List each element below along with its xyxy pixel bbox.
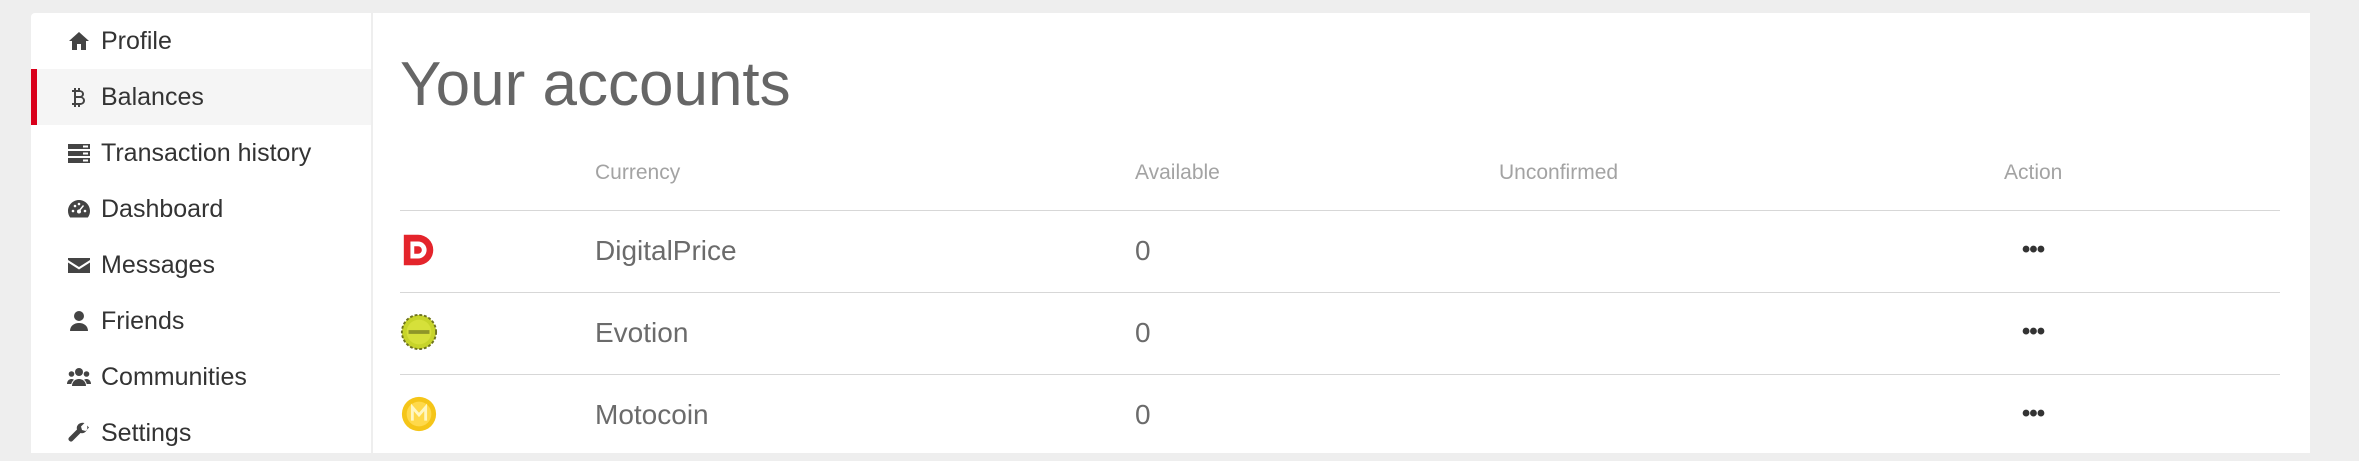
sidebar-item-label: Balances bbox=[101, 82, 204, 111]
sidebar-item-label: Transaction history bbox=[101, 138, 312, 167]
column-header-action: Action bbox=[2004, 161, 2063, 184]
server-icon bbox=[67, 141, 91, 165]
home-icon bbox=[67, 29, 91, 53]
dashboard-icon bbox=[67, 197, 91, 221]
sidebar-item-label: Messages bbox=[101, 250, 215, 279]
available-balance: 0 bbox=[1135, 399, 1151, 430]
available-balance: 0 bbox=[1135, 235, 1151, 266]
sidebar-item-transaction-history[interactable]: Transaction history bbox=[31, 125, 371, 181]
wrench-icon bbox=[67, 421, 91, 445]
sidebar-item-label: Profile bbox=[101, 26, 172, 55]
users-icon bbox=[67, 365, 91, 389]
row-actions-button[interactable]: ••• bbox=[2013, 235, 2053, 265]
table-row-divider bbox=[400, 374, 2280, 375]
table-header-divider bbox=[400, 210, 2280, 211]
envelope-icon bbox=[67, 253, 91, 277]
user-icon bbox=[67, 309, 91, 333]
currency-name: DigitalPrice bbox=[595, 235, 737, 266]
row-actions-button[interactable]: ••• bbox=[2013, 317, 2053, 347]
sidebar-item-label: Settings bbox=[101, 418, 192, 447]
sidebar: Profile Balances Transaction history Das… bbox=[31, 13, 371, 453]
sidebar-item-label: Dashboard bbox=[101, 194, 224, 223]
column-header-unconfirmed: Unconfirmed bbox=[1499, 161, 1619, 184]
column-header-available: Available bbox=[1135, 161, 1220, 184]
sidebar-item-messages[interactable]: Messages bbox=[31, 237, 371, 293]
sidebar-item-communities[interactable]: Communities bbox=[31, 349, 371, 405]
sidebar-item-friends[interactable]: Friends bbox=[31, 293, 371, 349]
row-actions-button[interactable]: ••• bbox=[2013, 399, 2053, 429]
page-title: Your accounts bbox=[400, 50, 791, 119]
sidebar-item-profile[interactable]: Profile bbox=[31, 13, 371, 69]
sidebar-item-label: Communities bbox=[101, 362, 247, 391]
bitcoin-icon bbox=[67, 85, 91, 109]
motocoin-logo-icon bbox=[401, 396, 437, 432]
digitalprice-logo-icon bbox=[403, 234, 434, 266]
currency-name: Motocoin bbox=[595, 399, 709, 430]
sidebar-item-dashboard[interactable]: Dashboard bbox=[31, 181, 371, 237]
sidebar-item-balances[interactable]: Balances bbox=[31, 69, 371, 125]
evotion-logo-icon bbox=[400, 313, 438, 351]
sidebar-item-label: Friends bbox=[101, 306, 185, 335]
table-row-divider bbox=[400, 292, 2280, 293]
currency-name: Evotion bbox=[595, 317, 689, 348]
main-panel: Your accounts Currency Available Unconfi… bbox=[373, 13, 2310, 453]
available-balance: 0 bbox=[1135, 317, 1151, 348]
column-header-currency: Currency bbox=[595, 161, 681, 184]
sidebar-item-settings[interactable]: Settings bbox=[31, 405, 371, 461]
